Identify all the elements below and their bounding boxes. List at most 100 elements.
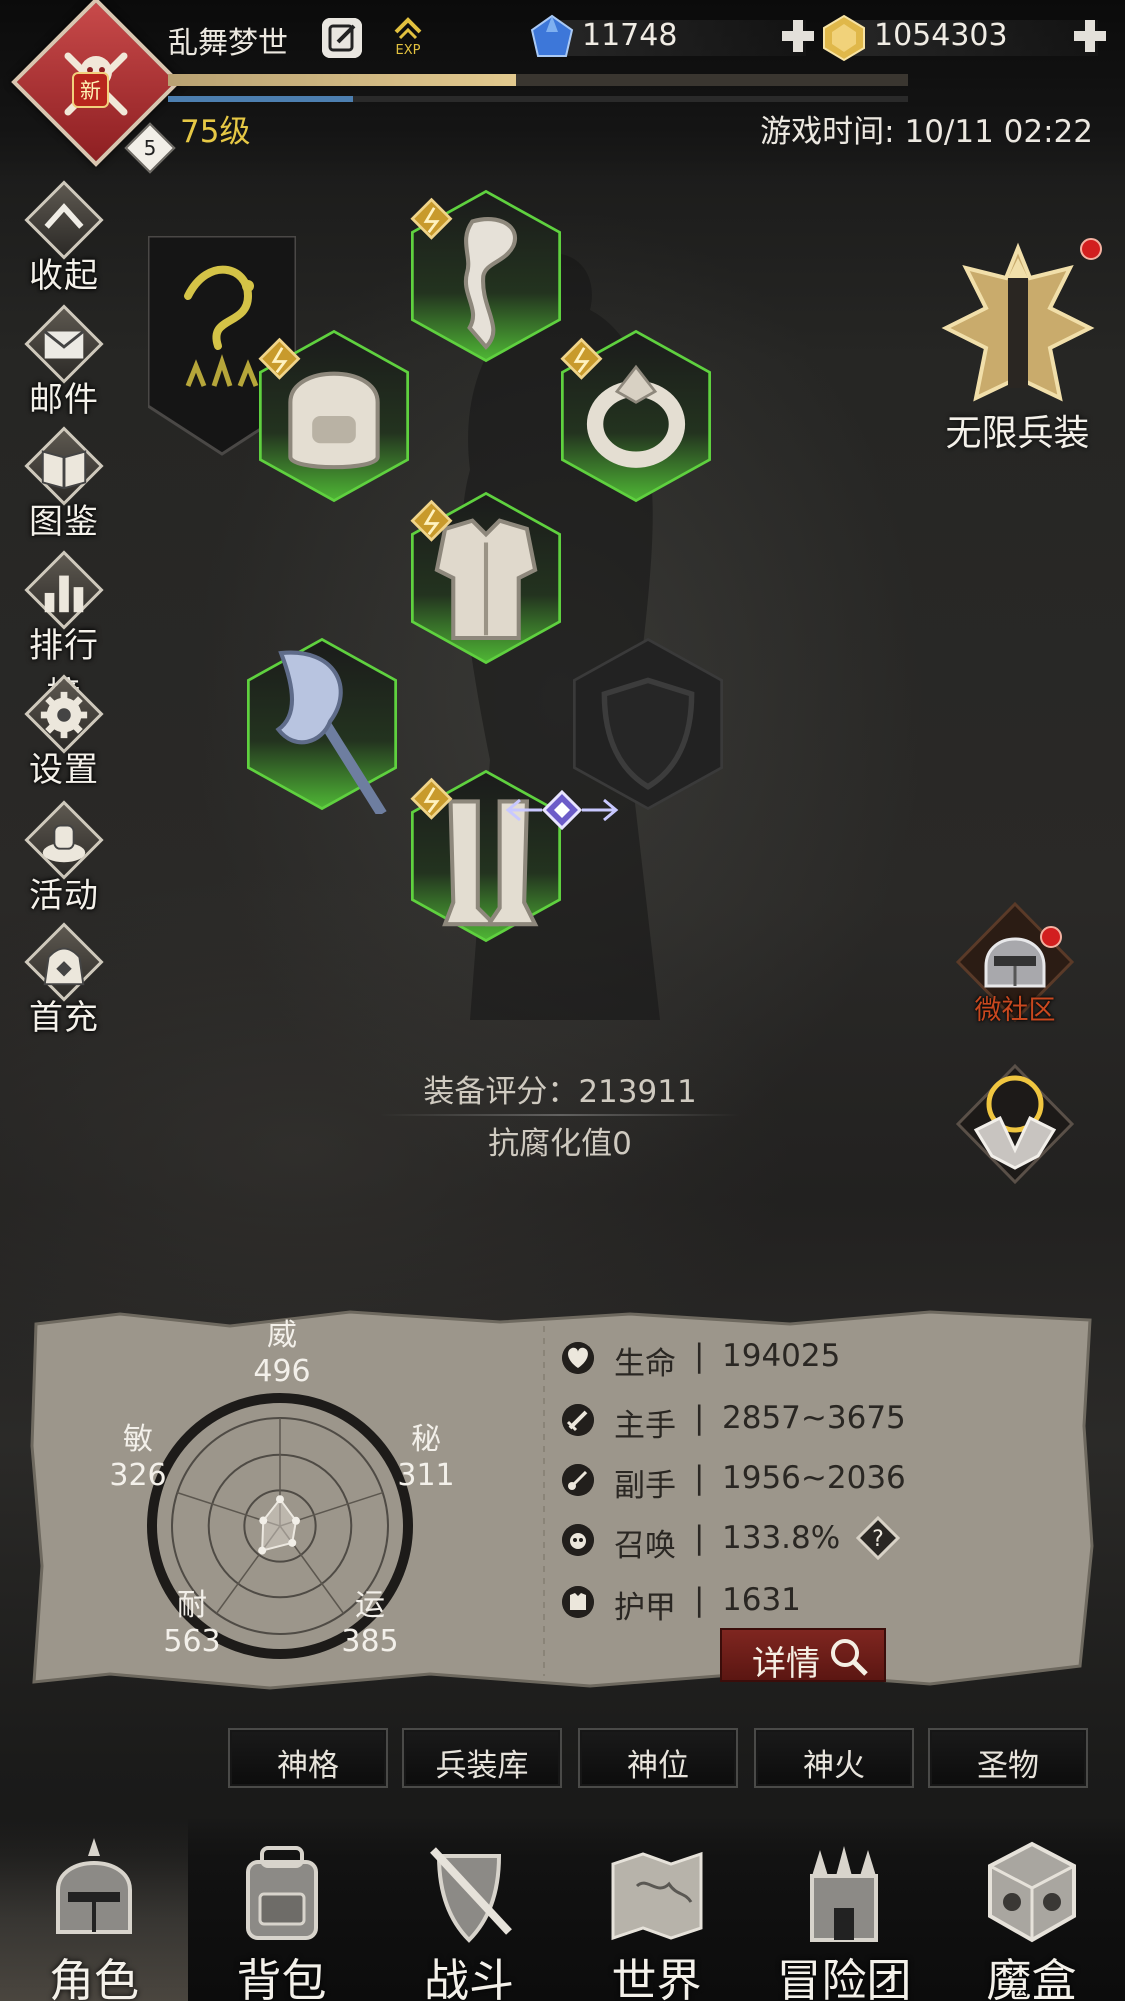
stat-separator: | [694, 1400, 705, 1436]
nav-label: 背包 [236, 1954, 327, 2001]
sub-tab-label: 兵装库 [435, 1748, 529, 1784]
armor-small-icon [562, 1586, 594, 1618]
sword-icon [562, 1404, 594, 1436]
magnifier-icon [831, 1639, 868, 1676]
radar-label: 耐 563 [154, 1588, 230, 1660]
character-screen: 新 5 乱舞梦世 EXP 75级 游戏时间: 10/11 02:22 11748… [0, 0, 1125, 2001]
blue-gem-icon [530, 14, 574, 57]
bottom-nav: 角色 背包 战斗 世界 冒险团 魔盒 [0, 1818, 1125, 2001]
radar-label: 敏 326 [100, 1422, 176, 1494]
radar-label: 秘 311 [388, 1422, 464, 1494]
radar-label: 运 385 [332, 1588, 408, 1660]
stat-value: 1956~2036 [722, 1460, 906, 1496]
score-divider [380, 1114, 740, 1116]
radar-stat-value: 385 [341, 1624, 399, 1659]
nav-label: 冒险团 [776, 1954, 912, 2001]
magic-cube-icon [987, 1841, 1076, 1943]
side-menu-codex[interactable]: 图鉴 [14, 426, 114, 550]
radar-label: 威 496 [244, 1318, 320, 1390]
help-icon[interactable]: ? [856, 1516, 900, 1560]
winged-emblem-icon[interactable] [950, 1060, 1080, 1190]
nav-item-2[interactable]: 战斗 [375, 1818, 563, 2001]
heart-icon [562, 1342, 594, 1374]
nav-label: 战斗 [423, 1954, 514, 2001]
stat-separator: | [694, 1582, 705, 1618]
radar-stat-value: 496 [253, 1354, 311, 1389]
nav-item-3[interactable]: 世界 [563, 1818, 751, 2001]
stat-name: 护甲 [614, 1590, 676, 1626]
sub-tab-0[interactable]: 神格 [228, 1728, 388, 1788]
radar-stat-value: 326 [109, 1458, 167, 1493]
gold-gem-icon [823, 14, 865, 62]
equip-slot-neck[interactable] [404, 186, 568, 366]
infinite-armament-label[interactable]: 无限兵装 [930, 404, 1105, 456]
add-diamond-button[interactable] [778, 16, 818, 56]
side-menu-events[interactable]: 活动 [14, 800, 114, 924]
sub-tab-label: 神格 [277, 1748, 339, 1784]
gear-icon [40, 691, 88, 739]
bar-chart-icon [44, 575, 84, 613]
radar-stat-name: 秘 [411, 1422, 441, 1457]
equip-slot-ring[interactable] [554, 326, 718, 506]
radar-stat-name: 威 [267, 1318, 297, 1353]
stat-name: 召唤 [614, 1528, 676, 1564]
sub-tab-4[interactable]: 圣物 [928, 1728, 1088, 1788]
side-menu-collapse[interactable]: 收起 [14, 180, 114, 304]
map-icon [611, 1851, 702, 1941]
dagger-icon [562, 1464, 594, 1496]
add-gold-button[interactable] [1070, 16, 1110, 56]
stat-value: 133.8% [722, 1520, 841, 1556]
nav-label: 魔盒 [986, 1954, 1077, 2001]
side-menu-mail[interactable]: 邮件 [14, 304, 114, 428]
stat-name: 生命 [614, 1346, 676, 1382]
side-menu-first-recharge[interactable]: 首充 [14, 922, 114, 1046]
stat-separator: | [694, 1338, 705, 1374]
stat-value: 2857~3675 [722, 1400, 906, 1436]
nav-item-1[interactable]: 背包 [188, 1818, 376, 2001]
nav-item-4[interactable]: 冒险团 [750, 1818, 938, 2001]
sub-tab-3[interactable]: 神火 [754, 1728, 914, 1788]
nav-item-5[interactable]: 魔盒 [938, 1818, 1125, 2001]
side-menu-settings[interactable]: 设置 [14, 674, 114, 798]
radar-point [291, 1516, 300, 1525]
sub-tab-label: 神位 [627, 1748, 689, 1784]
side-menu-label: 首充 [29, 998, 99, 1038]
micro-community-label[interactable]: 微社区 [940, 988, 1090, 1027]
side-menu-label: 收起 [29, 256, 99, 296]
radar-point [276, 1495, 284, 1504]
nav-label: 世界 [611, 1954, 702, 2001]
stat-separator: | [694, 1460, 705, 1496]
radar-stat-name: 耐 [177, 1588, 207, 1623]
equip-slot-body[interactable] [404, 488, 568, 668]
weapon-swap-icon[interactable] [504, 786, 620, 834]
game-time: 游戏时间: 10/11 02:22 [760, 114, 1093, 150]
svg-text:EXP: EXP [396, 43, 421, 58]
edit-icon[interactable] [322, 18, 362, 58]
sub-tab-label: 圣物 [977, 1748, 1039, 1784]
equip-slot-weapon[interactable] [240, 634, 404, 814]
sub-tab-label: 神火 [803, 1748, 865, 1784]
nav-item-0[interactable]: 角色 [0, 1818, 188, 2001]
backpack-icon [245, 1846, 318, 1940]
currency-gold: 1054303 [820, 14, 1120, 62]
secondary-bar [168, 96, 908, 102]
book-icon [41, 450, 87, 490]
collapse-arrow-icon [44, 203, 84, 229]
radar-point [259, 1516, 268, 1525]
detail-button[interactable]: 详情 [720, 1628, 886, 1684]
mail-icon [43, 330, 85, 359]
castle-icon [810, 1846, 878, 1942]
event-icon [42, 824, 86, 863]
equipment-score: 装备评分：213911 [423, 1074, 697, 1110]
side-menu-label: 设置 [29, 750, 99, 790]
side-menu-ranking[interactable]: 排行榜 [14, 550, 114, 715]
exp-icon: EXP [394, 17, 422, 58]
sword-shield-icon [430, 1847, 512, 1943]
sub-tab-1[interactable]: 兵装库 [402, 1728, 562, 1788]
armor-icon [434, 518, 538, 641]
radar-point [288, 1538, 297, 1547]
svg-text:?: ? [872, 1527, 884, 1552]
equip-slot-head[interactable] [252, 326, 416, 506]
sub-tab-2[interactable]: 神位 [578, 1728, 738, 1788]
side-menu-label: 邮件 [29, 380, 99, 420]
